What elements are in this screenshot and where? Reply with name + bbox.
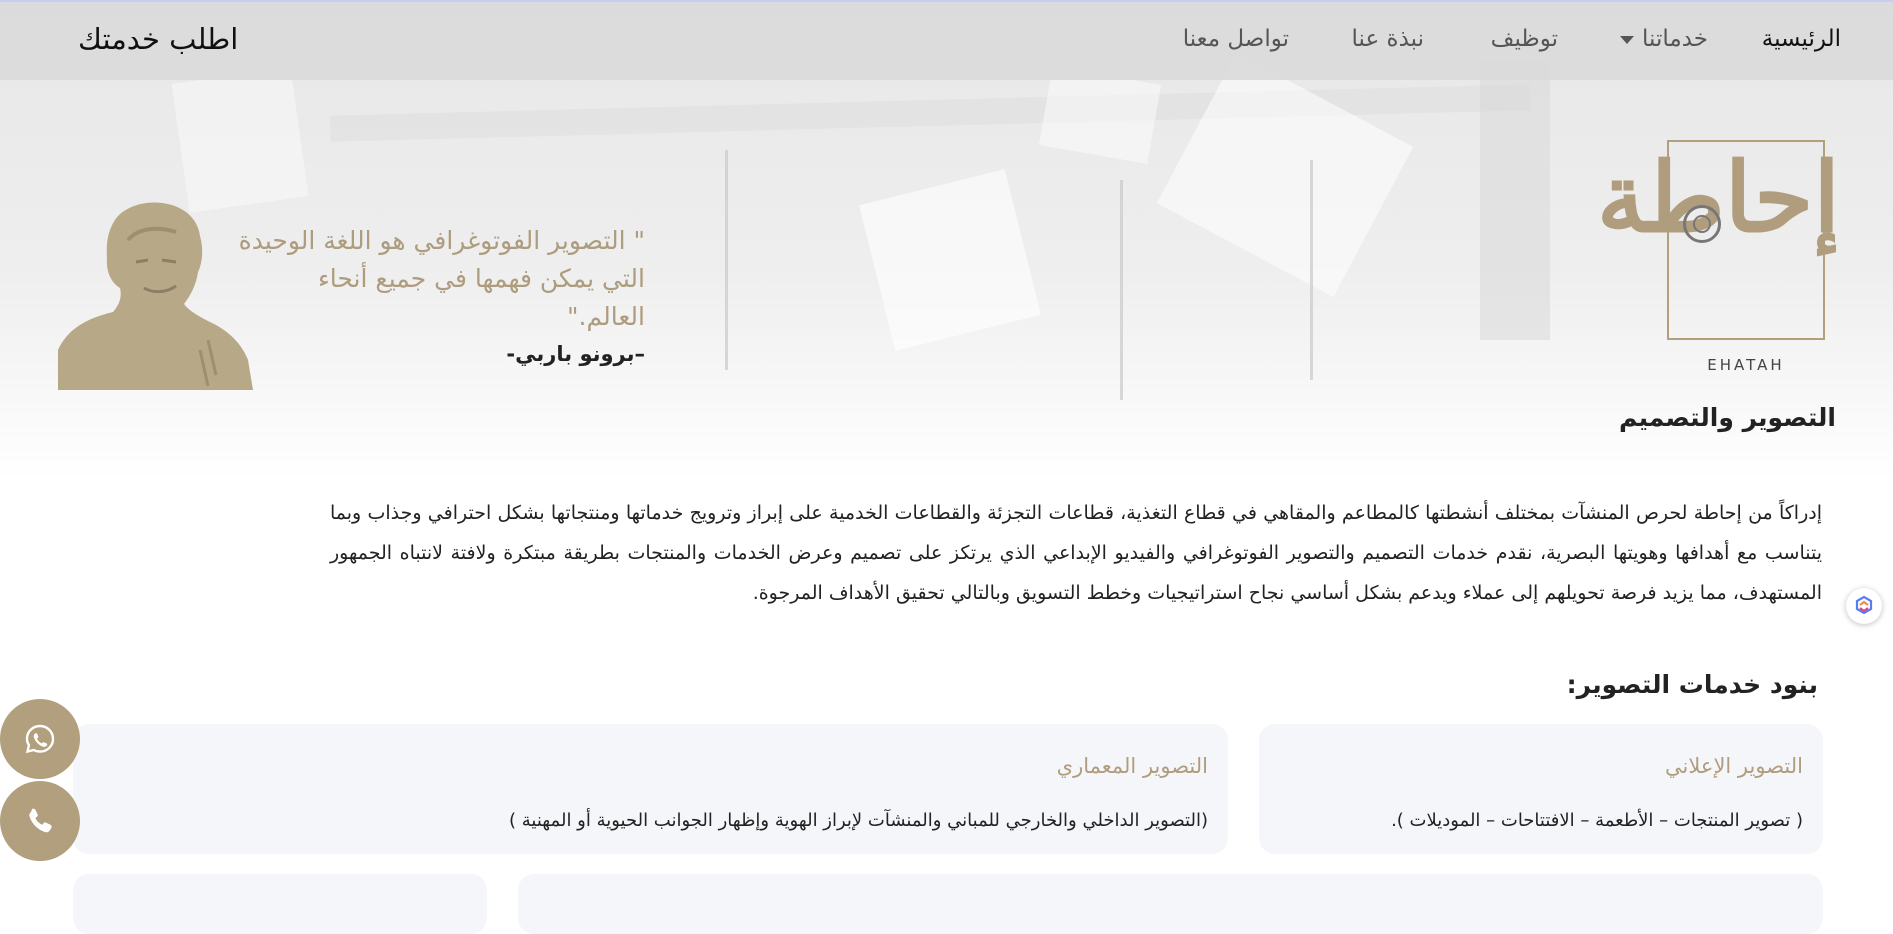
portrait-image — [58, 202, 253, 390]
top-navbar: الرئيسية خدماتنا توظيف نبذة عنا تواصل مع… — [0, 0, 1893, 80]
phone-button[interactable] — [0, 781, 80, 861]
logo-wordmark: EHATAH — [1707, 356, 1785, 374]
hero-quote: " التصوير الفوتوغرافي هو اللغة الوحيدة ا… — [238, 226, 645, 331]
service-card-advertising: التصوير الإعلاني ( تصوير المنتجات – الأط… — [1259, 724, 1823, 854]
nav-item-home[interactable]: الرئيسية — [1762, 26, 1841, 52]
nav-item-services-label: خدماتنا — [1642, 26, 1708, 52]
service-card-architectural: التصوير المعماري (التصوير الداخلي والخار… — [73, 724, 1228, 854]
nav-item-about[interactable]: نبذة عنا — [1352, 26, 1424, 52]
service-card-desc: (التصوير الداخلي والخارجي للمباني والمنش… — [509, 810, 1208, 831]
logo-seal-icon — [1683, 205, 1721, 243]
service-card-partial — [518, 874, 1823, 934]
logo-glyph: إحاطة — [1596, 141, 1844, 254]
service-card-desc: ( تصوير المنتجات – الأطعمة – الافتتاحات … — [1391, 810, 1803, 831]
section-title: التصوير والتصميم — [1618, 403, 1836, 432]
services-title: بنود خدمات التصوير: — [1566, 670, 1818, 699]
service-card-title: التصوير الإعلاني — [1665, 754, 1803, 778]
phone-icon — [29, 808, 52, 833]
refresh-widget-icon[interactable] — [1846, 588, 1882, 624]
intro-paragraph: إدراكاً من إحاطة لحرص المنشآت بمختلف أنش… — [330, 502, 1822, 604]
quote-author: –برونو باربي- — [506, 342, 645, 366]
nav-item-contact[interactable]: تواصل معنا — [1183, 26, 1289, 52]
whatsapp-button[interactable] — [0, 699, 80, 779]
whatsapp-icon — [25, 724, 55, 754]
chevron-down-icon — [1620, 35, 1635, 44]
request-service-link[interactable]: اطلب خدمتك — [78, 22, 238, 56]
service-card-title: التصوير المعماري — [1056, 754, 1208, 778]
nav-item-careers[interactable]: توظيف — [1491, 26, 1558, 52]
service-card-partial — [73, 874, 487, 934]
nav-item-services[interactable]: خدماتنا — [1620, 26, 1708, 52]
